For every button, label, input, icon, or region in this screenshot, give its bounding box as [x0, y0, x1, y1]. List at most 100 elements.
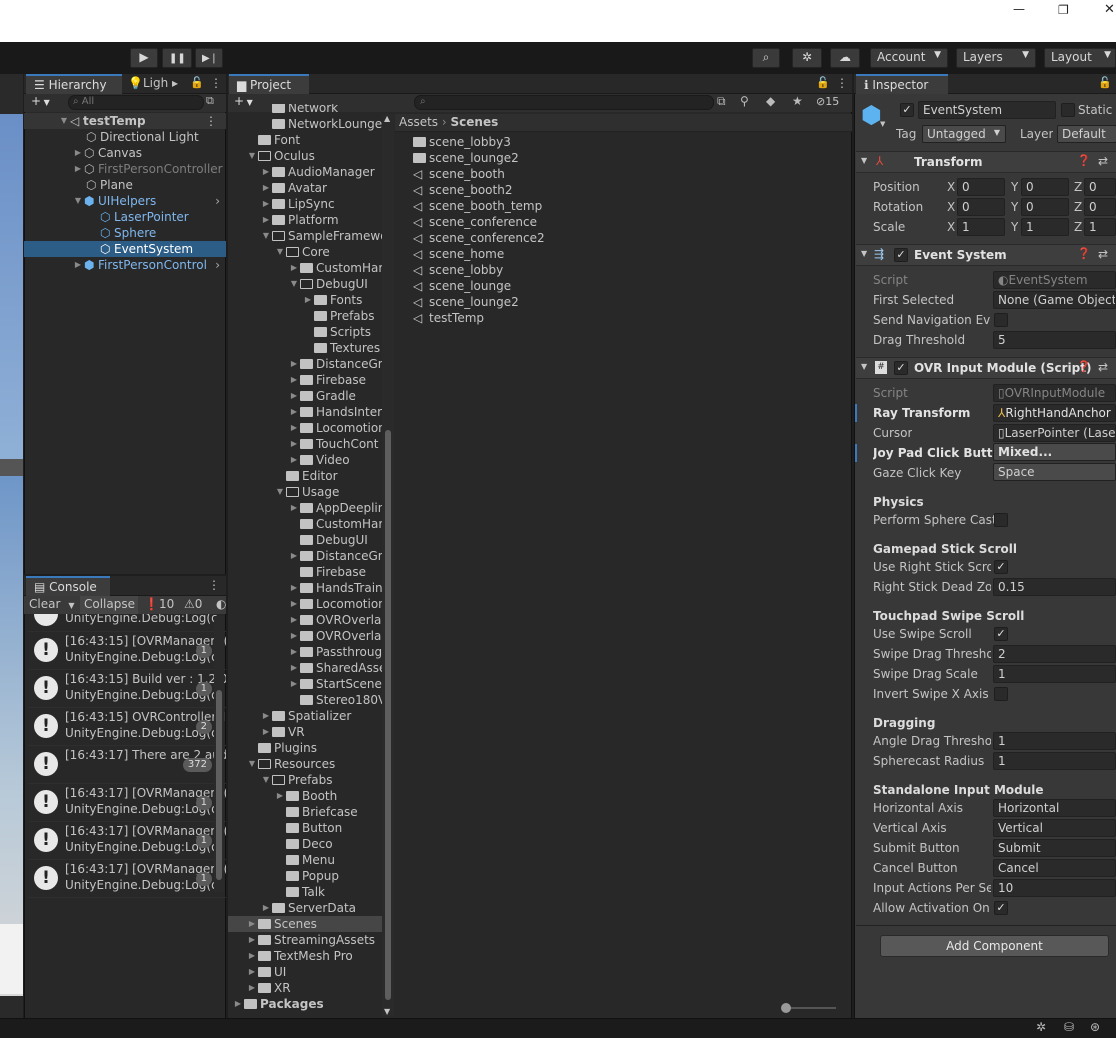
foldout-arrow-icon[interactable]: ▼ — [861, 249, 867, 258]
project-tree-item[interactable]: ▶ AudioManager — [228, 164, 382, 180]
chevron-right-icon[interactable]: ▶ — [246, 932, 258, 948]
foldout-arrow-icon[interactable]: ▼ — [861, 156, 867, 165]
filter-by-type-icon[interactable]: ⚲ — [740, 94, 749, 108]
project-tree-item[interactable]: Briefcase — [228, 804, 382, 820]
project-tree-item[interactable]: ▶ DistanceGr — [228, 356, 382, 372]
project-tree-item[interactable]: ▶ HandsTrain — [228, 580, 382, 596]
chevron-right-icon[interactable]: ▶ — [288, 356, 300, 372]
allow-activation-checkbox[interactable]: ✓ — [994, 901, 1008, 915]
scene-view[interactable] — [0, 74, 23, 1018]
cursor-field[interactable]: ▯LaserPointer (Lase — [993, 424, 1116, 442]
component-settings-icon[interactable]: ⇄ — [1098, 360, 1108, 374]
chevron-right-icon[interactable]: ▶ — [288, 420, 300, 436]
cloud-button[interactable]: ☁ — [830, 48, 860, 68]
chevron-right-icon[interactable]: ▶ — [260, 180, 272, 196]
icon-dropdown-arrow-icon[interactable]: ▼ — [880, 120, 885, 128]
console-message[interactable]: ! [16:43:17] There are 2 aud 372 — [28, 746, 226, 784]
project-tree-item[interactable]: Plugins — [228, 740, 382, 756]
chevron-down-icon[interactable]: ▼ — [246, 756, 258, 772]
rotation-y-field[interactable]: 0 — [1021, 198, 1069, 216]
project-tree-item[interactable]: Button — [228, 820, 382, 836]
file-list-item[interactable]: ◁ scene_lounge — [413, 278, 713, 294]
lock-icon[interactable]: 🔓 — [190, 76, 204, 89]
component-settings-icon[interactable]: ⇄ — [1098, 247, 1108, 261]
chevron-right-icon[interactable]: ▶ — [288, 404, 300, 420]
chevron-right-icon[interactable]: ▶ — [288, 660, 300, 676]
chevron-down-icon[interactable]: ▼ — [260, 228, 272, 244]
invert-swipe-checkbox[interactable] — [994, 687, 1008, 701]
scale-y-field[interactable]: 1 — [1021, 218, 1069, 236]
project-tree-item[interactable]: ▶ DistanceGr — [228, 548, 382, 564]
project-tree-item[interactable]: Network — [228, 104, 382, 116]
chevron-down-icon[interactable]: ▼ — [288, 276, 300, 292]
joypad-click-dropdown[interactable]: Mixed... — [993, 443, 1116, 461]
kebab-menu-icon[interactable]: ⋮ — [210, 76, 222, 90]
project-tree-item[interactable]: ▶ Spatializer — [228, 708, 382, 724]
chevron-down-icon[interactable]: ▼ — [274, 484, 286, 500]
hierarchy-item[interactable]: ▶ ⬡ Canvas — [24, 145, 226, 161]
project-tree-scrollbar[interactable]: ▲ ▼ — [382, 114, 394, 1016]
project-tree-item[interactable]: Editor — [228, 468, 382, 484]
spherecast-radius-field[interactable]: 1 — [993, 752, 1116, 770]
project-tree-item[interactable]: ▶ Platform — [228, 212, 382, 228]
search-button[interactable]: ⌕ — [752, 48, 780, 68]
project-tree-item[interactable]: ▼ Usage — [228, 484, 382, 500]
collapse-button[interactable]: Collapse — [80, 596, 138, 614]
project-tree-item[interactable]: ▶ TextMesh Pro — [228, 948, 382, 964]
project-tree-item[interactable]: ▶ CustomHar — [228, 260, 382, 276]
kebab-menu-icon[interactable]: ⋮ — [836, 76, 848, 90]
project-tree-item[interactable]: ▶ Gradle — [228, 388, 382, 404]
first-selected-field[interactable]: None (Game Object) — [993, 291, 1116, 309]
hierarchy-item[interactable]: ▶ ⬡ FirstPersonController — [24, 161, 226, 177]
create-button[interactable]: + ▼ — [31, 94, 50, 108]
hierarchy-search-input[interactable]: ⌕ All — [68, 95, 204, 110]
layer-dropdown[interactable]: Default — [1057, 125, 1116, 143]
chevron-right-icon[interactable]: ▶ — [288, 596, 300, 612]
project-tree-item[interactable]: Deco — [228, 836, 382, 852]
step-button[interactable]: ▶❘ — [195, 48, 223, 68]
chevron-right-icon[interactable]: ▶ — [232, 996, 244, 1012]
use-right-stick-checkbox[interactable]: ✓ — [994, 560, 1008, 574]
static-checkbox[interactable] — [1061, 103, 1075, 117]
console-message[interactable]: ! [16:43:17] [OVRManager] (UnityEngine.De… — [28, 822, 226, 860]
chevron-right-icon[interactable]: ▶ — [288, 644, 300, 660]
active-checkbox[interactable]: ✓ — [900, 103, 914, 117]
project-tree-item[interactable]: ▶ Locomotion — [228, 420, 382, 436]
file-list-item[interactable]: ◁ testTemp — [413, 310, 713, 326]
cache-server-icon[interactable]: ⛁ — [1064, 1020, 1074, 1034]
chevron-right-icon[interactable]: › — [215, 193, 220, 209]
info-toggle[interactable]: ❗10 — [144, 597, 174, 611]
minimize-button[interactable]: — — [1013, 2, 1031, 16]
file-list-item[interactable]: scene_lounge2 — [413, 150, 713, 166]
hierarchy-item[interactable]: ⬡ LaserPointer — [24, 209, 226, 225]
project-tree-item[interactable]: ▶ Packages — [228, 996, 382, 1012]
error-toggle[interactable]: ◐ — [216, 597, 226, 611]
project-tree-item[interactable]: ▶ Booth — [228, 788, 382, 804]
chevron-right-icon[interactable]: ▶ — [260, 900, 272, 916]
scene-visibility-icon[interactable]: ⧉ — [206, 94, 214, 108]
project-tree-item[interactable]: Firebase — [228, 564, 382, 580]
project-tree-item[interactable]: ▶ ServerData — [228, 900, 382, 916]
send-navigation-checkbox[interactable] — [994, 313, 1008, 327]
project-tree-item[interactable]: ▶ Avatar — [228, 180, 382, 196]
project-tree-item[interactable]: ▶ Firebase — [228, 372, 382, 388]
chevron-right-icon[interactable]: ▶ — [246, 980, 258, 996]
chevron-right-icon[interactable]: ▶ — [288, 260, 300, 276]
hierarchy-item[interactable]: ⬡ Plane — [24, 177, 226, 193]
help-icon[interactable]: ❓ — [1077, 247, 1091, 260]
project-tree-item[interactable]: Prefabs — [228, 308, 382, 324]
play-button[interactable]: ▶ — [130, 48, 158, 68]
tab-project[interactable]: ▆ Project — [229, 74, 309, 94]
ovr-enabled-checkbox[interactable]: ✓ — [894, 361, 908, 375]
chevron-right-icon[interactable]: › — [215, 257, 220, 273]
dead-zone-field[interactable]: 0.15 — [993, 578, 1116, 596]
project-tree-item[interactable]: ▶ Locomotion — [228, 596, 382, 612]
chevron-right-icon[interactable]: ▶ — [302, 292, 314, 308]
account-dropdown[interactable]: Account ▼ — [870, 48, 948, 68]
chevron-right-icon[interactable]: ▶ — [288, 436, 300, 452]
foldout-arrow-icon[interactable]: ▼ — [861, 362, 867, 371]
file-list-item[interactable]: ◁ scene_booth2 — [413, 182, 713, 198]
project-tree-item[interactable]: ▼ Oculus — [228, 148, 382, 164]
chevron-right-icon[interactable]: ▶ — [288, 676, 300, 692]
layers-dropdown[interactable]: Layers ▼ — [956, 48, 1036, 68]
